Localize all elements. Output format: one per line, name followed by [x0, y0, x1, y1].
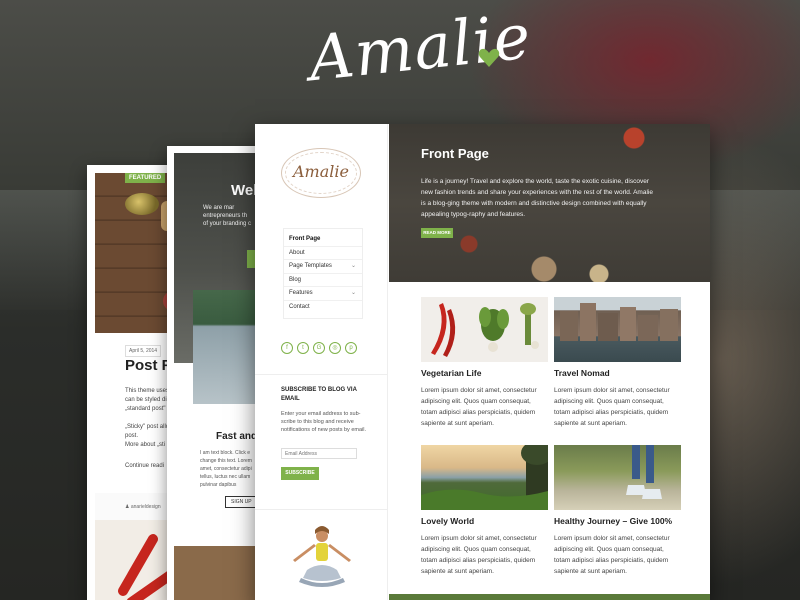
post-excerpt: Lorem ipsum dolor sit amet, consectetur …: [554, 535, 670, 575]
site-logo[interactable]: Amalie: [293, 162, 349, 181]
post-excerpt: Lorem ipsum dolor sit amet, consectetur …: [421, 387, 537, 427]
next-section-image: [389, 594, 710, 600]
featured-badge: FEATURED: [125, 173, 166, 183]
signup-button[interactable]: SIGN UP: [225, 496, 258, 508]
subscribe-text: Enter your email address to sub-scribe t…: [281, 411, 366, 433]
menu-label: Features: [289, 290, 313, 296]
post-title[interactable]: Healthy Journey – Give 100%: [554, 516, 681, 526]
post-card: Healthy Journey – Give 100% Lorem ipsum …: [554, 445, 681, 577]
menu-item-page-templates[interactable]: Page Templates ⌄: [284, 260, 362, 274]
chevron-down-icon[interactable]: ⌄: [351, 287, 356, 301]
subscribe-title: SUBSCRIBE TO BLOG VIA EMAIL: [281, 387, 357, 402]
post-card: Travel Nomad Lorem ipsum dolor sit amet,…: [554, 297, 681, 429]
post-image[interactable]: [554, 445, 681, 510]
post-image[interactable]: [421, 297, 548, 362]
bottle-shape: [125, 193, 159, 215]
menu-item-blog[interactable]: Blog: [284, 274, 362, 287]
lake-illustration: [421, 445, 548, 510]
post-image[interactable]: [421, 445, 548, 510]
menu-item-front-page[interactable]: Front Page: [284, 233, 362, 247]
menu-label: Front Page: [289, 236, 321, 242]
menu-label: Contact: [289, 303, 310, 310]
continue-reading-link[interactable]: Continue readi: [125, 463, 164, 469]
email-field[interactable]: [281, 448, 357, 459]
subscribe-button[interactable]: SUBSCRIBE: [281, 467, 319, 480]
social-links: f t G ◎ p: [281, 342, 361, 354]
facebook-icon[interactable]: f: [281, 342, 293, 354]
menu-label: Page Templates: [289, 263, 332, 269]
vegetable-illustration: [431, 303, 539, 357]
menu-item-about[interactable]: About: [284, 247, 362, 260]
post-excerpt: Lorem ipsum dolor sit amet, consectetur …: [554, 387, 670, 427]
front-page-hero: Front Page Life is a journey! Travel and…: [389, 124, 710, 282]
menu-label: About: [289, 249, 305, 256]
hero-text: Life is a journey! Travel and explore th…: [421, 178, 653, 218]
post-card: Lovely World Lorem ipsum dolor sit amet,…: [421, 445, 548, 577]
divider: [255, 374, 388, 375]
post-title[interactable]: Travel Nomad: [554, 368, 681, 378]
page-title: Front Page: [421, 146, 489, 161]
post-date: April 5, 2014: [125, 345, 162, 357]
twitter-icon[interactable]: t: [297, 342, 309, 354]
post-card: Vegetarian Life Lorem ipsum dolor sit am…: [421, 297, 548, 429]
post-title[interactable]: Vegetarian Life: [421, 368, 548, 378]
main-menu: Front Page About Page Templates ⌄ Blog F…: [283, 228, 363, 319]
town-illustration: [560, 303, 678, 341]
post-title[interactable]: Lovely World: [421, 516, 548, 526]
menu-label: Blog: [289, 276, 302, 283]
section-title: Fast and: [216, 431, 258, 442]
instagram-icon[interactable]: ◎: [329, 342, 341, 354]
heart-icon: [478, 48, 500, 67]
chevron-down-icon[interactable]: ⌄: [351, 260, 356, 274]
sidebar: Amalie Front Page About Page Templates ⌄…: [255, 124, 388, 600]
google-plus-icon[interactable]: G: [313, 342, 325, 354]
front-page-mockup: Amalie Front Page About Page Templates ⌄…: [255, 124, 710, 600]
post-author[interactable]: ♟ anarieldesign: [125, 504, 161, 510]
post-excerpt: Lorem ipsum dolor sit amet, consectetur …: [421, 535, 537, 575]
read-more-button[interactable]: READ MORE: [421, 228, 453, 238]
menu-item-contact[interactable]: Contact: [284, 301, 362, 315]
divider: [255, 509, 388, 510]
pinterest-icon[interactable]: p: [345, 342, 357, 354]
yoga-image: [293, 526, 351, 587]
menu-item-features[interactable]: Features ⌄: [284, 287, 362, 301]
post-image[interactable]: [554, 297, 681, 362]
running-illustration: [626, 445, 662, 499]
landing-title: Wel: [231, 182, 258, 199]
